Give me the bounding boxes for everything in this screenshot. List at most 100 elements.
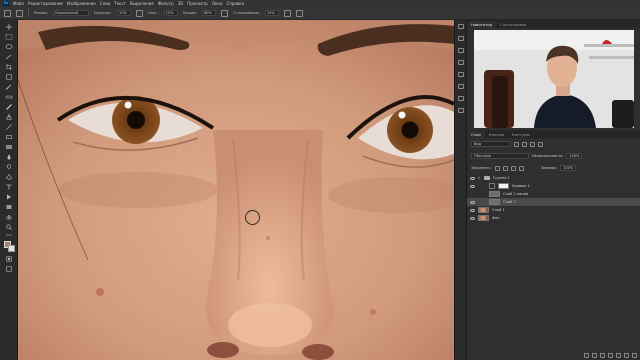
- path-select-icon[interactable]: [5, 194, 13, 200]
- menu-layers[interactable]: Слои: [100, 1, 110, 6]
- tab-navigator[interactable]: Навигатор: [467, 21, 497, 28]
- frame-icon[interactable]: [5, 74, 13, 80]
- screen-mode-icon[interactable]: [5, 266, 13, 272]
- gradient-icon[interactable]: [5, 144, 13, 150]
- menu-file[interactable]: Файл: [13, 1, 24, 6]
- layer-row-group[interactable]: ▾ Группа 1: [467, 174, 640, 182]
- layer-mask-thumb: [498, 183, 509, 189]
- link-icon[interactable]: [584, 353, 589, 358]
- chevron-down-icon[interactable]: ▾: [478, 176, 481, 180]
- layer-fill-field[interactable]: 100%: [560, 165, 577, 171]
- adjustments-icon[interactable]: [458, 60, 464, 65]
- shape-icon[interactable]: [5, 204, 13, 210]
- styles-icon[interactable]: [458, 108, 464, 113]
- eye-icon[interactable]: [470, 176, 475, 180]
- layer-row-layer1[interactable]: Слой 1: [467, 206, 640, 214]
- more-tools-icon[interactable]: [5, 232, 13, 238]
- blur-icon[interactable]: [5, 154, 13, 160]
- tab-paths[interactable]: Контуры: [508, 131, 533, 138]
- background-color-swatch[interactable]: [8, 245, 15, 252]
- lock-pixels-icon[interactable]: [494, 165, 500, 171]
- lock-all-icon[interactable]: [518, 165, 524, 171]
- adjustment-layer-icon[interactable]: [608, 353, 613, 358]
- eye-icon[interactable]: [470, 184, 475, 188]
- pressure-field[interactable]: 10%: [163, 10, 178, 16]
- pen-icon[interactable]: [5, 174, 13, 180]
- tab-layers[interactable]: Слои: [467, 131, 485, 138]
- mode-select[interactable]: Нормальный: [52, 10, 89, 16]
- actions-icon[interactable]: [458, 36, 464, 41]
- eye-icon[interactable]: [470, 216, 475, 220]
- gear-icon[interactable]: [283, 9, 291, 17]
- pressure-opacity-icon[interactable]: [136, 9, 144, 17]
- menu-filter[interactable]: Фильтр: [158, 1, 174, 6]
- menu-edit[interactable]: Редактирование: [28, 1, 63, 6]
- layer-filter-row: Вид: [467, 138, 640, 150]
- blend-row: Обычные Непрозрачность: 100%: [467, 150, 640, 162]
- menu-type[interactable]: Текст: [114, 1, 126, 6]
- marquee-icon[interactable]: [5, 34, 13, 40]
- fx-icon[interactable]: [592, 353, 597, 358]
- stamp-icon[interactable]: [5, 114, 13, 120]
- brush-cursor: [245, 210, 260, 225]
- lock-move-icon[interactable]: [510, 165, 516, 171]
- swatches-icon[interactable]: [458, 72, 464, 77]
- filter-text-icon[interactable]: [530, 141, 535, 147]
- tools-panel: [0, 20, 18, 360]
- photoshop-logo: Ps: [3, 1, 9, 6]
- lock-brush-icon[interactable]: [502, 165, 508, 171]
- symmetry-icon[interactable]: [295, 9, 303, 17]
- quick-select-icon[interactable]: [5, 54, 13, 60]
- eye-icon[interactable]: [470, 208, 475, 212]
- filter-adjust-icon[interactable]: [522, 141, 527, 147]
- hand-icon[interactable]: [5, 214, 13, 220]
- blend-mode-select[interactable]: Обычные: [471, 153, 529, 159]
- brush-settings-panel-icon[interactable]: [458, 84, 464, 89]
- healing-icon[interactable]: [5, 94, 13, 100]
- menu-window[interactable]: Окно: [212, 1, 223, 6]
- opacity-field[interactable]: 20%: [117, 10, 132, 16]
- smoothing-field[interactable]: 10%: [264, 10, 279, 16]
- quick-mask-icon[interactable]: [5, 256, 13, 262]
- filter-shape-icon[interactable]: [538, 141, 543, 147]
- layer-row-copy[interactable]: Слой 2 копия: [467, 190, 640, 198]
- layer-row-curves[interactable]: Кривые 1: [467, 182, 640, 190]
- eye-icon[interactable]: [470, 200, 475, 204]
- tab-channels[interactable]: Каналы: [485, 131, 508, 138]
- new-layer-icon[interactable]: [624, 353, 629, 358]
- menu-view[interactable]: Просмотр: [187, 1, 208, 6]
- layer-row-selected[interactable]: Слой 2: [467, 198, 640, 206]
- trash-icon[interactable]: [632, 353, 637, 358]
- layer-kind-filter[interactable]: Вид: [471, 141, 511, 147]
- separator: [28, 9, 29, 17]
- text-icon[interactable]: [5, 184, 13, 190]
- airbrush-icon[interactable]: [221, 9, 229, 17]
- menu-select[interactable]: Выделение: [130, 1, 154, 6]
- tab-histogram[interactable]: Гистограмма: [496, 21, 530, 28]
- properties-icon[interactable]: [458, 48, 464, 53]
- move-icon[interactable]: [5, 24, 13, 30]
- filter-pixel-icon[interactable]: [514, 141, 519, 147]
- face-photo: [18, 20, 454, 360]
- libraries-icon[interactable]: [458, 96, 464, 101]
- history-brush-icon[interactable]: [5, 124, 13, 130]
- menu-help[interactable]: Справка: [226, 1, 244, 6]
- lasso-icon[interactable]: [5, 44, 13, 50]
- layer-opacity-field[interactable]: 100%: [566, 153, 583, 159]
- brush-icon[interactable]: [5, 104, 13, 110]
- eyedropper-icon[interactable]: [5, 84, 13, 90]
- history-icon[interactable]: [458, 24, 464, 29]
- brush-preset-icon[interactable]: [4, 9, 11, 17]
- dodge-icon[interactable]: [5, 164, 13, 170]
- layer-row-background[interactable]: Фон: [467, 214, 640, 222]
- crop-icon[interactable]: [5, 64, 13, 70]
- folder-icon[interactable]: [616, 353, 621, 358]
- brush-settings-icon[interactable]: [16, 9, 23, 17]
- menu-image[interactable]: Изображение: [67, 1, 96, 6]
- eraser-icon[interactable]: [5, 134, 13, 140]
- mask-icon[interactable]: [600, 353, 605, 358]
- zoom-icon[interactable]: [5, 224, 13, 230]
- menu-3d[interactable]: 3D: [178, 1, 184, 6]
- flow-field[interactable]: 80%: [202, 10, 217, 16]
- document-canvas[interactable]: [18, 20, 454, 360]
